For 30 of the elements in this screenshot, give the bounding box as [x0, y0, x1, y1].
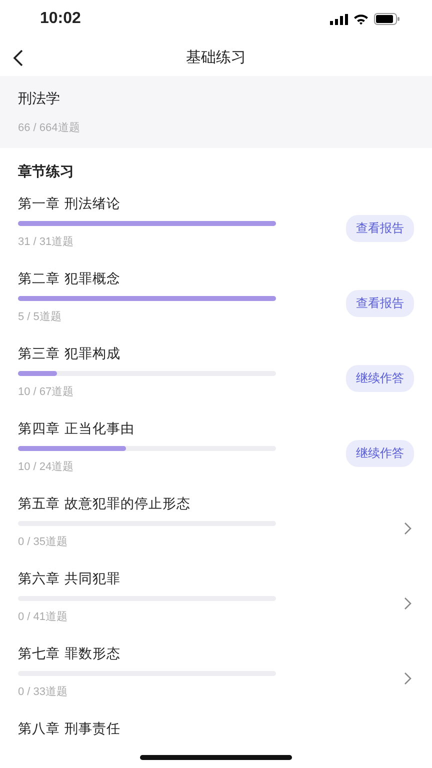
chapter-title: 第一章 刑法绪论: [18, 195, 122, 213]
subject-count: 66 / 664道题: [18, 120, 81, 134]
battery-icon: [374, 13, 400, 25]
wifi-icon: [353, 13, 369, 25]
action-button[interactable]: 继续作答: [346, 440, 414, 467]
chapter-title: 第八章 刑事责任: [18, 720, 122, 738]
chapter-title: 第二章 犯罪概念: [18, 270, 122, 288]
chapter-count: 0 / 35道题: [18, 535, 69, 549]
chapter-count: 31 / 31道题: [18, 235, 75, 249]
action-button[interactable]: 查看报告: [346, 290, 414, 317]
chevron-right-icon[interactable]: [404, 522, 412, 535]
chapter-title: 第六章 共同犯罪: [18, 570, 122, 588]
status-time: 10:02: [40, 10, 81, 28]
chapter-title: 第四章 正当化事由: [18, 420, 136, 438]
chevron-right-icon[interactable]: [404, 672, 412, 685]
chapter-title: 第七章 罪数形态: [18, 645, 122, 663]
action-button[interactable]: 继续作答: [346, 365, 414, 392]
chapter-count: 10 / 67道题: [18, 385, 75, 399]
section-title: 章节练习: [17, 162, 75, 182]
page-title: 基础练习: [186, 48, 246, 66]
action-button[interactable]: 查看报告: [346, 215, 414, 242]
chapter-count: 0 / 33道题: [18, 685, 69, 699]
signal-icon: [330, 14, 348, 24]
chapter-count: 5 / 5道题: [18, 310, 62, 324]
subject-name: 刑法学: [18, 90, 61, 108]
chapter-count: 10 / 24道题: [18, 460, 75, 474]
chapter-title: 第三章 犯罪构成: [18, 345, 122, 363]
chapter-title: 第五章 故意犯罪的停止形态: [18, 495, 192, 513]
chapter-count: 0 / 41道题: [18, 610, 69, 624]
chevron-right-icon[interactable]: [404, 597, 412, 610]
